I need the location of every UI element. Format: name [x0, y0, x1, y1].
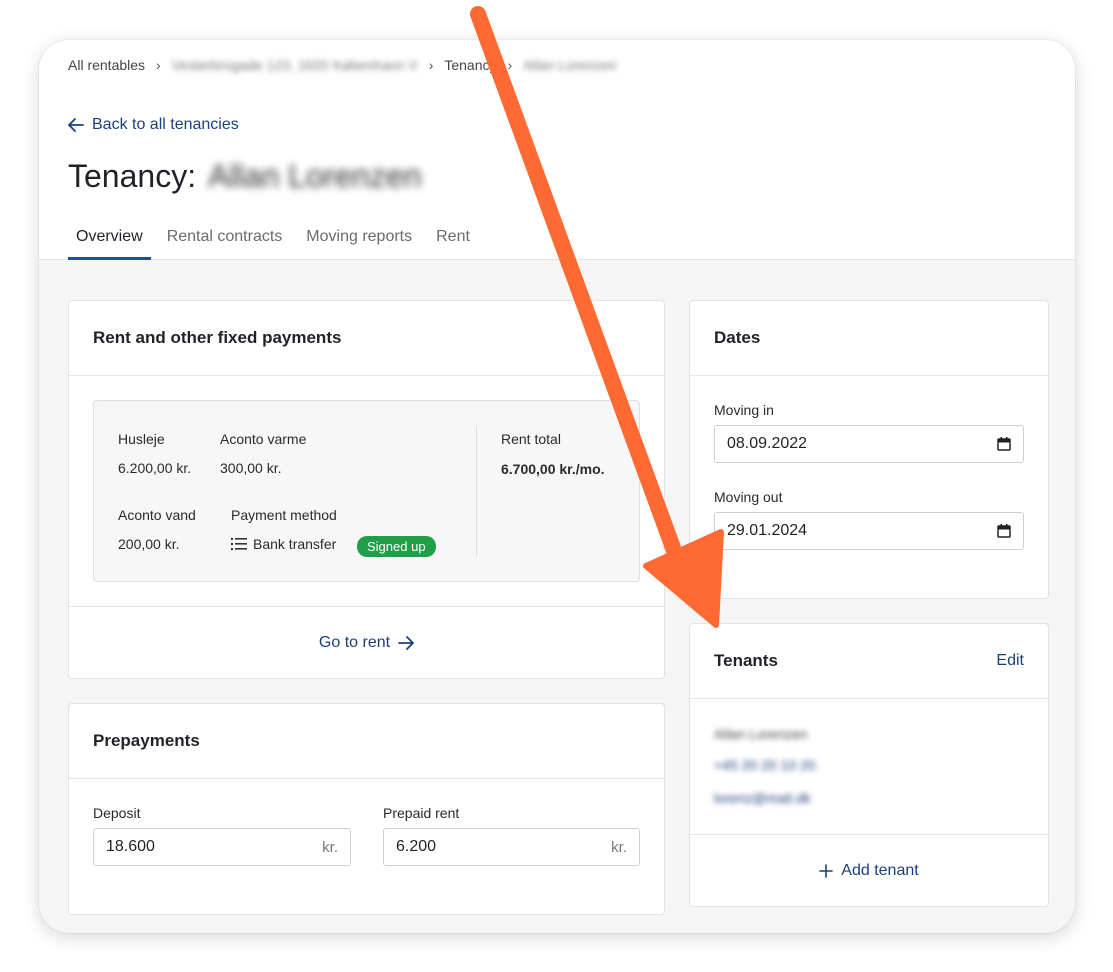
deposit-input[interactable]: 18.600 kr. [93, 828, 351, 866]
breadcrumb-property[interactable]: Vesterbrogade 123, 1620 København V [172, 57, 418, 73]
calendar-icon[interactable] [997, 524, 1011, 538]
tab-bar: Overview Rental contracts Moving reports… [68, 218, 486, 260]
tenants-title: Tenants [714, 651, 778, 670]
dates-card: Dates Moving in 08.09.2022 Moving out 29… [689, 300, 1049, 599]
edit-tenants-button[interactable]: Edit [996, 652, 1024, 670]
page-header: All rentables › Vesterbrogade 123, 1620 … [39, 40, 1075, 260]
arrow-right-icon [398, 636, 414, 650]
chevron-right-icon: › [156, 57, 161, 73]
rent-total-label: Rent total [501, 431, 561, 447]
aconto-varme-label: Aconto varme [220, 431, 307, 447]
add-tenant-label: Add tenant [841, 861, 919, 879]
tab-moving-reports[interactable]: Moving reports [298, 218, 420, 260]
breadcrumb-all-rentables[interactable]: All rentables [68, 57, 145, 73]
rent-total-value: 6.700,00 kr./mo. [501, 461, 605, 477]
moving-in-label: Moving in [714, 402, 774, 418]
prepayments-title: Prepayments [69, 704, 664, 779]
breadcrumb: All rentables › Vesterbrogade 123, 1620 … [68, 56, 617, 74]
prepaid-rent-label: Prepaid rent [383, 805, 460, 821]
calendar-icon[interactable] [997, 437, 1011, 451]
moving-out-label: Moving out [714, 489, 783, 505]
payment-method-value: Bank transfer [231, 536, 336, 552]
arrow-left-icon [68, 118, 84, 132]
prepaid-rent-input[interactable]: 6.200 kr. [383, 828, 640, 866]
prepayments-card: Prepayments Deposit 18.600 kr. Prepaid r… [68, 703, 665, 915]
status-badge: Signed up [357, 536, 436, 557]
tenants-header: Tenants Edit [690, 624, 1048, 699]
tenant-phone-link[interactable]: +45 20 20 10 20 [714, 757, 816, 773]
moving-out-value: 29.01.2024 [727, 522, 808, 539]
aconto-vand-value: 200,00 kr. [118, 536, 180, 552]
divider [476, 425, 477, 557]
deposit-value: 18.600 [106, 838, 155, 855]
back-to-tenancies-link[interactable]: Back to all tenancies [68, 116, 239, 134]
tenants-card: Tenants Edit Allan Lorenzen +45 20 20 10… [689, 623, 1049, 907]
moving-out-date-input[interactable]: 29.01.2024 [714, 512, 1024, 550]
page-title-prefix: Tenancy: [68, 158, 197, 194]
husleje-label: Husleje [118, 431, 165, 447]
rent-summary-box: Husleje 6.200,00 kr. Aconto varme 300,00… [93, 400, 640, 582]
dates-title: Dates [690, 301, 1048, 376]
breadcrumb-tenant: Allan Lorenzen [523, 57, 617, 73]
tab-rental-contracts[interactable]: Rental contracts [159, 218, 291, 260]
rent-card: Rent and other fixed payments Husleje 6.… [68, 300, 665, 679]
list-icon [231, 538, 247, 550]
app-window: All rentables › Vesterbrogade 123, 1620 … [39, 40, 1075, 933]
tab-rent[interactable]: Rent [428, 218, 478, 260]
prepaid-rent-value: 6.200 [396, 838, 437, 855]
aconto-vand-label: Aconto vand [118, 507, 196, 523]
go-to-rent-label: Go to rent [318, 634, 391, 651]
page-title: Tenancy: Allan Lorenzen [68, 158, 422, 195]
deposit-label: Deposit [93, 805, 141, 821]
add-tenant-button[interactable]: Add tenant [690, 834, 1048, 906]
go-to-rent-link[interactable]: Go to rent [69, 606, 664, 679]
payment-method-text: Bank transfer [253, 536, 337, 552]
tab-overview[interactable]: Overview [68, 218, 151, 260]
chevron-right-icon: › [507, 57, 513, 73]
tenant-email-link[interactable]: lorenz@mail.dk [714, 790, 811, 806]
aconto-varme-value: 300,00 kr. [220, 460, 282, 476]
tenant-name: Allan Lorenzen [714, 726, 808, 742]
plus-icon [819, 863, 834, 878]
chevron-right-icon: › [428, 57, 434, 73]
husleje-value: 6.200,00 kr. [118, 460, 192, 476]
payment-method-label: Payment method [231, 507, 337, 523]
rent-card-title: Rent and other fixed payments [69, 301, 664, 376]
breadcrumb-tenancy[interactable]: Tenancy [444, 57, 496, 73]
page-title-name: Allan Lorenzen [208, 158, 422, 194]
moving-in-date-input[interactable]: 08.09.2022 [714, 425, 1024, 463]
back-link-label: Back to all tenancies [92, 116, 239, 133]
moving-in-value: 08.09.2022 [727, 435, 808, 452]
currency-suffix: kr. [322, 838, 338, 856]
currency-suffix: kr. [611, 838, 627, 856]
